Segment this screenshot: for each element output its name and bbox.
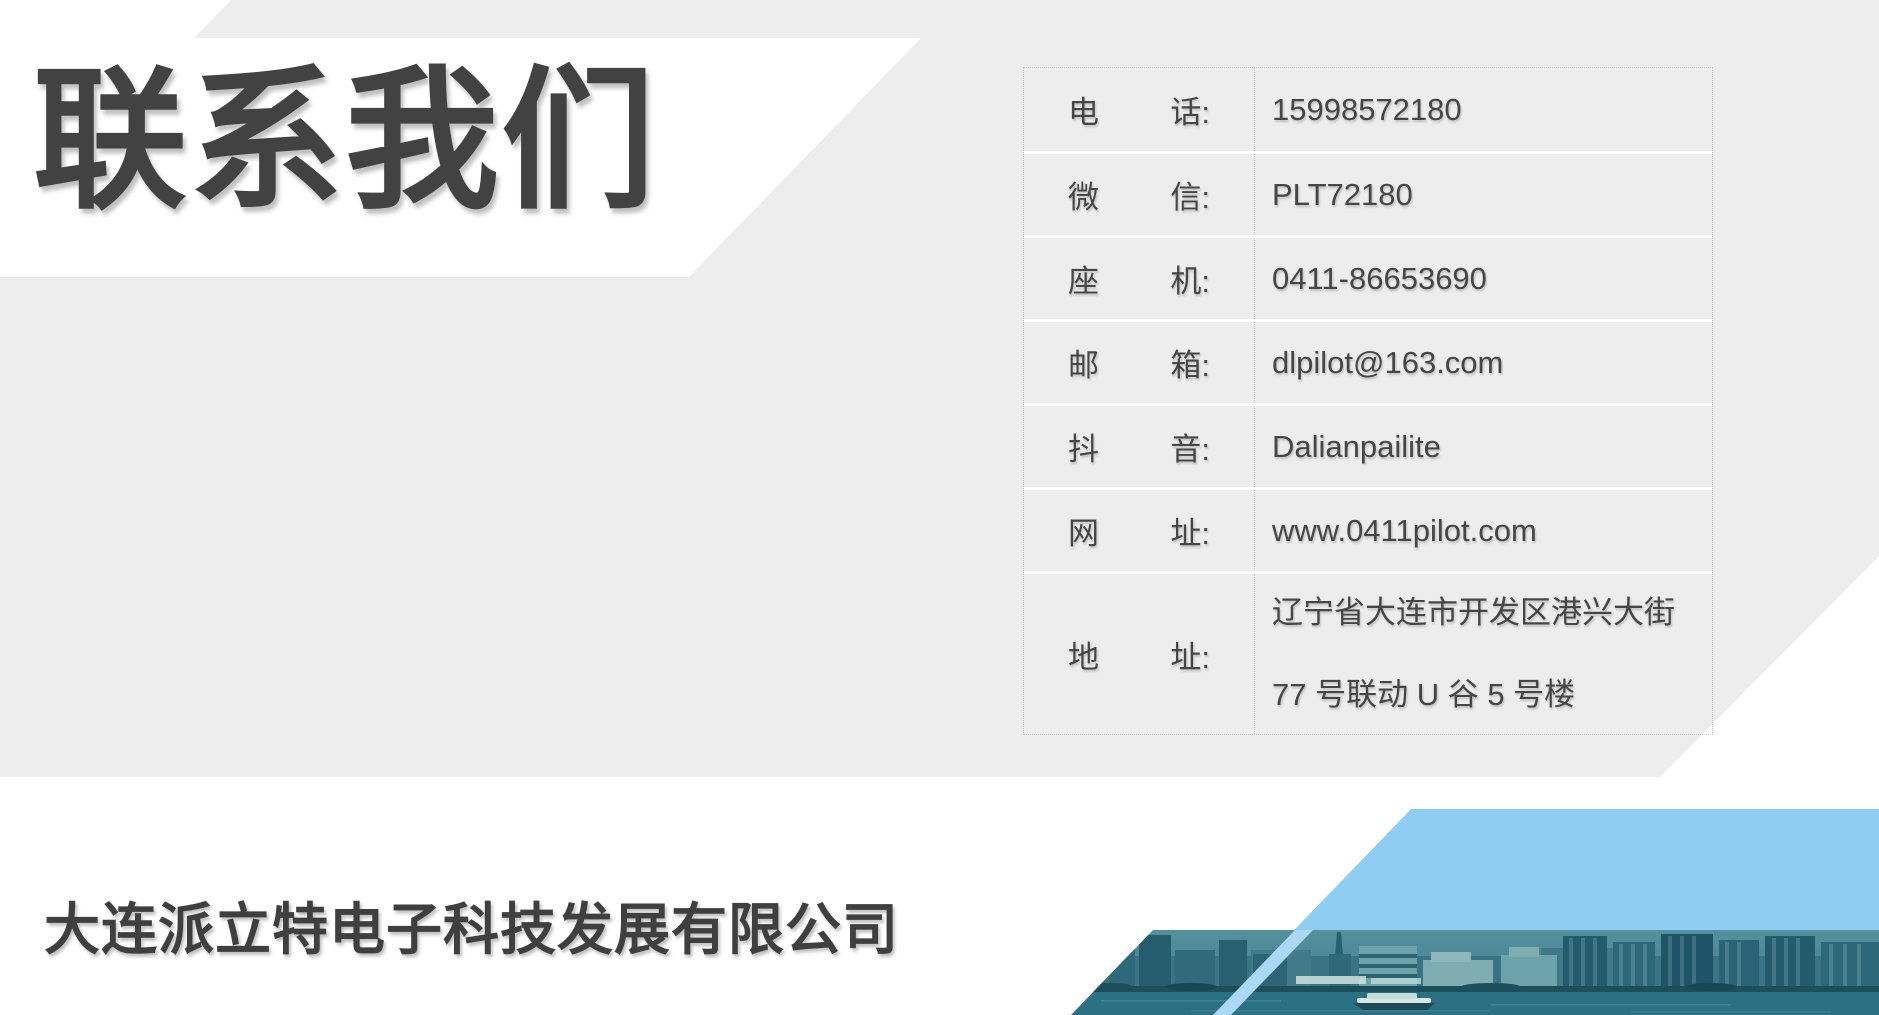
label-char: 网 [1068,508,1099,553]
water-group [1071,992,1879,1015]
label-char: 抖 [1068,424,1099,469]
row-value: www.0411pilot.com [1255,490,1712,571]
table-row-douyin: 抖 音: Dalianpailite [1024,403,1712,487]
row-value: 15998572180 [1255,68,1712,151]
label-char-colon: 音: [1170,424,1210,469]
address-line-1: 辽宁省大连市开发区港兴大街 [1272,572,1712,654]
slide: 联系我们 电 话: 15998572180 微 信: PLT72180 座 机:… [0,0,1879,1015]
row-label: 地 址: [1024,574,1255,734]
row-label: 抖 音: [1024,406,1255,487]
contact-table: 电 话: 15998572180 微 信: PLT72180 座 机: 0411… [1023,67,1713,735]
label-char: 地 [1068,632,1099,677]
row-value: 0411-86653690 [1255,238,1712,319]
address-line-2: 77 号联动 U 谷 5 号楼 [1272,654,1712,736]
table-row-website: 网 址: www.0411pilot.com [1024,487,1712,571]
label-char-colon: 机: [1170,256,1210,301]
row-value: 辽宁省大连市开发区港兴大街 77 号联动 U 谷 5 号楼 [1255,574,1712,734]
table-row-wechat: 微 信: PLT72180 [1024,151,1712,235]
row-label: 座 机: [1024,238,1255,319]
table-row-email: 邮 箱: dlpilot@163.com [1024,319,1712,403]
label-char-colon: 信: [1170,172,1210,217]
cityscape-photo [1071,930,1879,1015]
table-row-landline: 座 机: 0411-86653690 [1024,235,1712,319]
label-char-colon: 话: [1170,87,1210,132]
label-char: 电 [1068,87,1099,132]
cityscape-illustration [1071,930,1879,1015]
row-label: 邮 箱: [1024,322,1255,403]
page-title: 联系我们 [33,64,657,218]
label-char-colon: 址: [1170,508,1210,553]
table-row-address: 地 址: 辽宁省大连市开发区港兴大街 77 号联动 U 谷 5 号楼 [1024,571,1712,734]
label-char-colon: 箱: [1170,340,1210,385]
row-value: Dalianpailite [1255,406,1712,487]
label-char: 邮 [1068,340,1099,385]
row-label: 网 址: [1024,490,1255,571]
row-label: 电 话: [1024,68,1255,151]
label-char-colon: 址: [1170,632,1210,677]
row-value: dlpilot@163.com [1255,322,1712,403]
label-char: 微 [1068,172,1099,217]
row-label: 微 信: [1024,154,1255,235]
row-value: PLT72180 [1255,154,1712,235]
company-name: 大连派立特电子科技发展有限公司 [44,885,899,966]
table-row-phone: 电 话: 15998572180 [1024,68,1712,151]
label-char: 座 [1068,256,1099,301]
